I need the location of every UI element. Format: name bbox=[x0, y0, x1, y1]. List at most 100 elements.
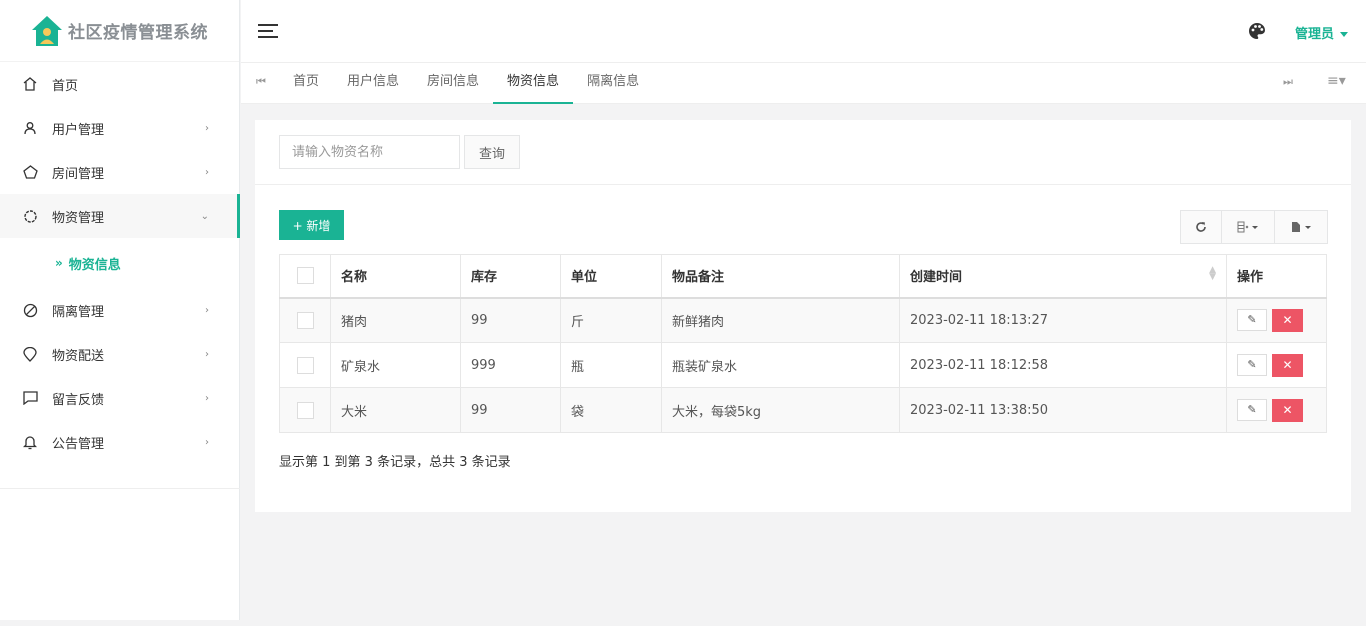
sidebar-item-label: 隔离管理 bbox=[52, 304, 105, 320]
column-header-created[interactable]: 创建时间 ▲ ▼ bbox=[899, 254, 1227, 299]
tab-bar: ⏮ 首页 用户信息 房间信息 物资信息 隔离信息 ⏭ ≡▾ bbox=[241, 63, 1366, 104]
search-button[interactable]: 查询 bbox=[464, 135, 520, 169]
table-row: 大米 99 袋 大米，每袋5kg 2023-02-11 13:38:50 ✎ ✕ bbox=[279, 387, 1327, 433]
user-menu[interactable]: 管理员 bbox=[1295, 23, 1348, 42]
edit-icon[interactable]: ✎ bbox=[1237, 353, 1267, 376]
column-header-actions: 操作 bbox=[1226, 254, 1327, 299]
sidebar-subitem-supply-info[interactable]: » 物资信息 bbox=[0, 238, 239, 288]
cell-stock: 99 bbox=[460, 387, 561, 433]
cell-actions: ✎ ✕ bbox=[1226, 342, 1327, 388]
sidebar-item-label: 房间管理 bbox=[52, 166, 105, 182]
sidebar-item-rooms[interactable]: 房间管理 › bbox=[0, 150, 239, 194]
delete-icon[interactable]: ✕ bbox=[1272, 398, 1303, 422]
sidebar-item-delivery[interactable]: 物资配送 › bbox=[0, 332, 239, 376]
table-header-row: 名称 库存 单位 物品备注 创建时间 ▲ ▼ 操作 bbox=[279, 254, 1327, 299]
app-title: 社区疫情管理系统 bbox=[68, 23, 208, 43]
cell-created: 2023-02-11 18:12:58 bbox=[899, 342, 1227, 388]
edit-icon[interactable]: ✎ bbox=[1237, 398, 1267, 421]
columns-icon[interactable] bbox=[1221, 211, 1274, 243]
top-bar: 管理员 bbox=[241, 0, 1366, 63]
ban-icon bbox=[22, 302, 38, 318]
tab-options-icon[interactable]: ≡▾ bbox=[1327, 73, 1346, 89]
row-checkbox[interactable] bbox=[296, 311, 314, 329]
cell-note: 大米，每袋5kg bbox=[661, 387, 900, 433]
cell-unit: 瓶 bbox=[560, 342, 662, 388]
tab-scroll-right-icon[interactable]: ⏭ bbox=[1283, 75, 1293, 89]
house-logo-icon bbox=[32, 15, 62, 46]
export-icon[interactable] bbox=[1274, 211, 1327, 243]
search-row: 查询 bbox=[255, 120, 1351, 185]
double-chevron-icon: » bbox=[55, 256, 63, 270]
table-row: 猪肉 99 斤 新鲜猪肉 2023-02-11 18:13:27 ✎ ✕ bbox=[279, 297, 1327, 343]
sidebar-item-label: 物资配送 bbox=[52, 348, 105, 364]
sort-icon[interactable]: ▲ ▼ bbox=[1209, 266, 1216, 282]
chevron-right-icon: › bbox=[205, 348, 209, 360]
cell-actions: ✎ ✕ bbox=[1226, 297, 1327, 343]
cell-actions: ✎ ✕ bbox=[1226, 387, 1327, 433]
chevron-right-icon: › bbox=[205, 166, 209, 178]
palette-icon[interactable] bbox=[1248, 22, 1266, 40]
row-checkbox[interactable] bbox=[296, 356, 314, 374]
table-toolbar: + 新增 bbox=[255, 185, 1351, 255]
sidebar-menu: 首页 用户管理 › 房间管理 › 物资管理 ⌄ » 物资信息 隔离管理 › 物资… bbox=[0, 62, 240, 464]
gear-icon bbox=[22, 208, 38, 224]
column-header-created-label: 创建时间 bbox=[910, 270, 963, 286]
cell-stock: 99 bbox=[460, 297, 561, 343]
cell-created: 2023-02-11 13:38:50 bbox=[899, 387, 1227, 433]
tab-isolation-info[interactable]: 隔离信息 bbox=[573, 63, 653, 104]
sidebar-item-home[interactable]: 首页 bbox=[0, 62, 239, 106]
tab-home[interactable]: 首页 bbox=[279, 63, 333, 104]
chevron-down-icon: ⌄ bbox=[200, 210, 209, 222]
column-header-name: 名称 bbox=[330, 254, 461, 299]
sidebar-item-notices[interactable]: 公告管理 › bbox=[0, 420, 239, 464]
cell-note: 新鲜猪肉 bbox=[661, 297, 900, 343]
tab-room-info[interactable]: 房间信息 bbox=[413, 63, 493, 104]
sidebar-subitem-label: 物资信息 bbox=[68, 257, 121, 273]
home-icon bbox=[22, 76, 38, 92]
row-checkbox[interactable] bbox=[296, 401, 314, 419]
house-icon bbox=[22, 164, 38, 180]
cell-unit: 袋 bbox=[560, 387, 662, 433]
sidebar-item-label: 公告管理 bbox=[52, 436, 105, 452]
add-button[interactable]: + 新增 bbox=[279, 210, 344, 240]
divider bbox=[0, 488, 240, 489]
chevron-right-icon: › bbox=[205, 436, 209, 448]
sidebar-item-label: 留言反馈 bbox=[52, 392, 105, 408]
column-header-stock: 库存 bbox=[460, 254, 561, 299]
logo: 社区疫情管理系统 bbox=[0, 0, 239, 62]
cell-name: 猪肉 bbox=[330, 297, 461, 343]
select-all-cell bbox=[279, 254, 331, 299]
row-select-cell bbox=[279, 342, 331, 388]
delete-icon[interactable]: ✕ bbox=[1272, 308, 1303, 332]
refresh-icon[interactable] bbox=[1181, 211, 1221, 243]
pagination-info: 显示第 1 到第 3 条记录，总共 3 条记录 bbox=[279, 455, 511, 470]
menu-toggle-icon[interactable] bbox=[258, 24, 278, 39]
user-icon bbox=[22, 120, 38, 136]
delete-icon[interactable]: ✕ bbox=[1272, 353, 1303, 377]
tab-supply-info[interactable]: 物资信息 bbox=[493, 63, 574, 104]
row-select-cell bbox=[279, 297, 331, 343]
sidebar-item-supplies[interactable]: 物资管理 ⌄ bbox=[0, 194, 240, 238]
search-input[interactable] bbox=[279, 135, 460, 169]
table-tools bbox=[1180, 210, 1328, 244]
supply-table: 名称 库存 单位 物品备注 创建时间 ▲ ▼ 操作 猪肉 99 斤 新鲜猪肉 20… bbox=[279, 254, 1327, 433]
sidebar-item-feedback[interactable]: 留言反馈 › bbox=[0, 376, 239, 420]
sidebar: 社区疫情管理系统 首页 用户管理 › 房间管理 › 物资管理 ⌄ » 物资信息 … bbox=[0, 0, 240, 620]
chevron-right-icon: › bbox=[205, 122, 209, 134]
sidebar-item-label: 用户管理 bbox=[52, 122, 105, 138]
chevron-right-icon: › bbox=[205, 304, 209, 316]
edit-icon[interactable]: ✎ bbox=[1237, 308, 1267, 331]
cell-note: 瓶装矿泉水 bbox=[661, 342, 900, 388]
chevron-right-icon: › bbox=[205, 392, 209, 404]
select-all-checkbox[interactable] bbox=[296, 267, 314, 285]
table-row: 矿泉水 999 瓶 瓶装矿泉水 2023-02-11 18:12:58 ✎ ✕ bbox=[279, 342, 1327, 388]
cell-created: 2023-02-11 18:13:27 bbox=[899, 297, 1227, 343]
column-header-note: 物品备注 bbox=[661, 254, 900, 299]
content-panel: 查询 + 新增 名称 库存 单位 物品备注 创建时间 bbox=[255, 120, 1351, 512]
sidebar-item-users[interactable]: 用户管理 › bbox=[0, 106, 239, 150]
message-icon bbox=[22, 390, 38, 406]
tab-user-info[interactable]: 用户信息 bbox=[333, 63, 413, 104]
tab-scroll-left-icon[interactable]: ⏮ bbox=[256, 75, 266, 89]
sidebar-item-isolation[interactable]: 隔离管理 › bbox=[0, 288, 239, 332]
bell-icon bbox=[22, 434, 38, 450]
